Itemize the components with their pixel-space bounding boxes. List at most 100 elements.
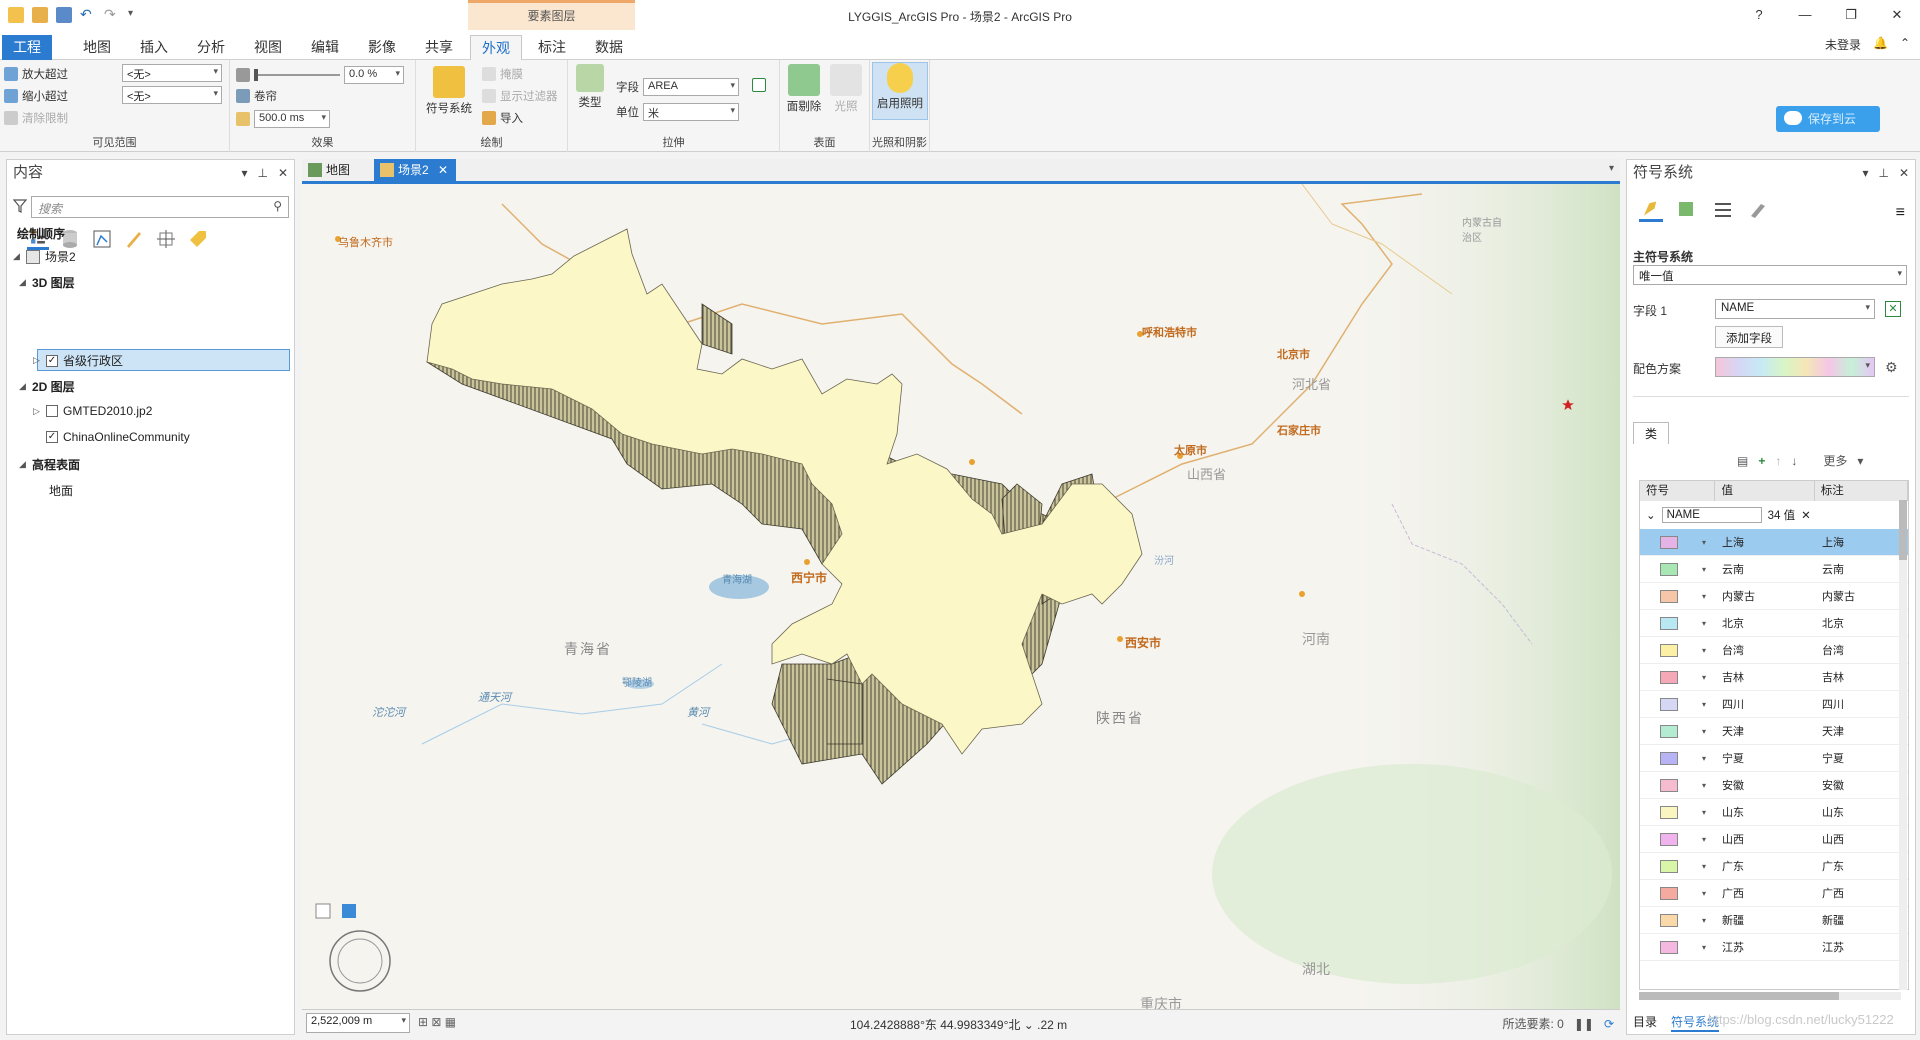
- symbology-button[interactable]: 符号系统: [424, 66, 474, 116]
- tab-scene-view[interactable]: 场景2 ✕: [374, 159, 457, 181]
- class-row[interactable]: ▾ 四川 四川: [1640, 691, 1908, 718]
- coords-dropdown-icon[interactable]: ⌄: [1024, 1018, 1034, 1032]
- class-row[interactable]: ▾ 新疆 新疆: [1640, 907, 1908, 934]
- tab-appearance[interactable]: 外观: [470, 35, 522, 60]
- clear-limits-button[interactable]: 清除限制: [4, 110, 68, 126]
- snapping-icon[interactable]: [155, 228, 177, 250]
- row-dropdown-icon[interactable]: ▾: [1702, 889, 1706, 898]
- layer-gmted[interactable]: ▷ GMTED2010.jp2: [33, 404, 152, 418]
- class-label[interactable]: 北京: [1822, 615, 1844, 631]
- class-row[interactable]: ▾ 云南 云南: [1640, 556, 1908, 583]
- undo-icon[interactable]: ↶: [80, 7, 96, 23]
- full-extent-icon[interactable]: [342, 904, 356, 918]
- class-row[interactable]: ▾ 内蒙古 内蒙古: [1640, 583, 1908, 610]
- field1-combo[interactable]: NAME: [1715, 299, 1875, 319]
- enable-lighting-button[interactable]: 启用照明: [872, 62, 928, 120]
- remove-group-icon[interactable]: ✕: [1801, 508, 1811, 522]
- sign-in-status[interactable]: 未登录: [1825, 36, 1861, 53]
- class-label[interactable]: 上海: [1822, 534, 1844, 550]
- minimize-button[interactable]: —: [1782, 0, 1828, 30]
- ground-surface[interactable]: 地面: [49, 482, 73, 499]
- filter-icon[interactable]: [13, 198, 27, 214]
- move-down-icon[interactable]: ↓: [1791, 454, 1797, 468]
- class-label[interactable]: 广西: [1822, 885, 1844, 901]
- layers-2d-heading[interactable]: ◢ 2D 图层: [19, 378, 75, 395]
- new-project-icon[interactable]: [8, 7, 24, 23]
- vertical-scrollbar[interactable]: [1899, 500, 1907, 990]
- row-dropdown-icon[interactable]: ▾: [1702, 835, 1706, 844]
- collapse-icon[interactable]: ◢: [13, 251, 21, 262]
- swipe-button[interactable]: 卷帘: [236, 88, 277, 104]
- class-label[interactable]: 山西: [1822, 831, 1844, 847]
- class-row[interactable]: ▾ 天津 天津: [1640, 718, 1908, 745]
- scale-combo[interactable]: 2,522,009 m: [306, 1013, 410, 1033]
- redo-icon[interactable]: ↷: [104, 7, 120, 23]
- layer-provincial-admin[interactable]: ▷ ✓ 省级行政区: [33, 352, 123, 369]
- extrusion-field-combo[interactable]: AREA: [643, 78, 739, 96]
- lighting-button[interactable]: 光照: [826, 64, 866, 114]
- view-tabs-menu-icon[interactable]: ▾: [1609, 163, 1614, 174]
- symbol-swatch[interactable]: [1660, 751, 1678, 765]
- symbology-menu-icon[interactable]: ≡: [1896, 204, 1905, 222]
- class-label[interactable]: 台湾: [1822, 642, 1844, 658]
- close-tab-icon[interactable]: ✕: [438, 163, 448, 177]
- tab-map-view[interactable]: 地图: [302, 159, 358, 181]
- symbol-swatch[interactable]: [1660, 562, 1678, 576]
- tab-catalog[interactable]: 目录: [1633, 1013, 1657, 1032]
- color-scheme-settings-icon[interactable]: ⚙: [1885, 359, 1898, 376]
- layer-visibility-checkbox[interactable]: ✓: [46, 354, 58, 367]
- row-dropdown-icon[interactable]: ▾: [1702, 592, 1706, 601]
- layer-visibility-checkbox[interactable]: [46, 405, 58, 417]
- symbol-swatch[interactable]: [1660, 886, 1678, 900]
- expand-icon[interactable]: ▷: [33, 406, 41, 417]
- layers-3d-heading[interactable]: ◢ 3D 图层: [19, 274, 75, 291]
- symbol-layer-icon[interactable]: [1747, 198, 1771, 222]
- save-to-cloud-button[interactable]: 保存到云: [1776, 106, 1880, 132]
- import-symbology-button[interactable]: 导入: [482, 110, 523, 126]
- row-dropdown-icon[interactable]: ▾: [1702, 754, 1706, 763]
- row-dropdown-icon[interactable]: ▾: [1702, 673, 1706, 682]
- row-dropdown-icon[interactable]: ▾: [1702, 619, 1706, 628]
- more-dropdown-icon[interactable]: ▾: [1857, 454, 1863, 468]
- pane-menu-icon[interactable]: ▾: [1862, 160, 1868, 186]
- row-dropdown-icon[interactable]: ▾: [1702, 646, 1706, 655]
- symbol-swatch[interactable]: [1660, 670, 1678, 684]
- class-label[interactable]: 广东: [1822, 858, 1844, 874]
- add-all-values-icon[interactable]: ▤: [1737, 454, 1748, 468]
- field-expression-icon[interactable]: ✕: [1885, 301, 1901, 317]
- tab-data[interactable]: 数据: [584, 35, 634, 60]
- tab-insert[interactable]: 插入: [129, 35, 179, 60]
- primary-symbology-icon[interactable]: [1639, 198, 1663, 222]
- close-button[interactable]: ✕: [1874, 0, 1920, 30]
- face-culling-button[interactable]: 面剔除: [784, 64, 824, 114]
- transparency-value[interactable]: 0.0 %: [344, 66, 404, 84]
- tab-project[interactable]: 工程: [2, 35, 52, 60]
- row-dropdown-icon[interactable]: ▾: [1702, 781, 1706, 790]
- collapse-group-icon[interactable]: ⌄: [1646, 508, 1656, 522]
- class-row[interactable]: ▾ 安徽 安徽: [1640, 772, 1908, 799]
- class-row[interactable]: ▾ 江苏 江苏: [1640, 934, 1908, 961]
- row-dropdown-icon[interactable]: ▾: [1702, 808, 1706, 817]
- display-filter-button[interactable]: 显示过滤器: [482, 88, 558, 104]
- class-label[interactable]: 江苏: [1822, 939, 1844, 955]
- customize-qat-icon[interactable]: ▾: [128, 7, 144, 23]
- symbol-swatch[interactable]: [1660, 778, 1678, 792]
- pin-icon[interactable]: ⊥: [1878, 160, 1888, 186]
- symbol-swatch[interactable]: [1660, 535, 1678, 549]
- zoom-out-scale-combo[interactable]: <无>: [122, 86, 222, 104]
- elevation-heading[interactable]: ◢ 高程表面: [19, 456, 80, 473]
- row-dropdown-icon[interactable]: ▾: [1702, 565, 1706, 574]
- pause-icon[interactable]: ❚❚: [1574, 1017, 1594, 1031]
- class-label[interactable]: 新疆: [1822, 912, 1844, 928]
- symbology-method-combo[interactable]: 唯一值: [1633, 265, 1907, 285]
- class-label[interactable]: 天津: [1822, 723, 1844, 739]
- class-row[interactable]: ▾ 山西 山西: [1640, 826, 1908, 853]
- class-row[interactable]: ▾ 吉林 吉林: [1640, 664, 1908, 691]
- vary-by-attribute-icon[interactable]: [1711, 198, 1735, 222]
- scene-view[interactable]: 乌鲁木齐市 内蒙古自治区 呼和浩特市 北京市 河北省 石家庄市 太原市 山西省 …: [302, 181, 1620, 1009]
- symbol-swatch[interactable]: [1660, 913, 1678, 927]
- horizontal-scrollbar[interactable]: [1639, 992, 1901, 1000]
- symbol-swatch[interactable]: [1660, 724, 1678, 738]
- symbol-swatch[interactable]: [1660, 643, 1678, 657]
- add-value-icon[interactable]: +: [1758, 454, 1765, 468]
